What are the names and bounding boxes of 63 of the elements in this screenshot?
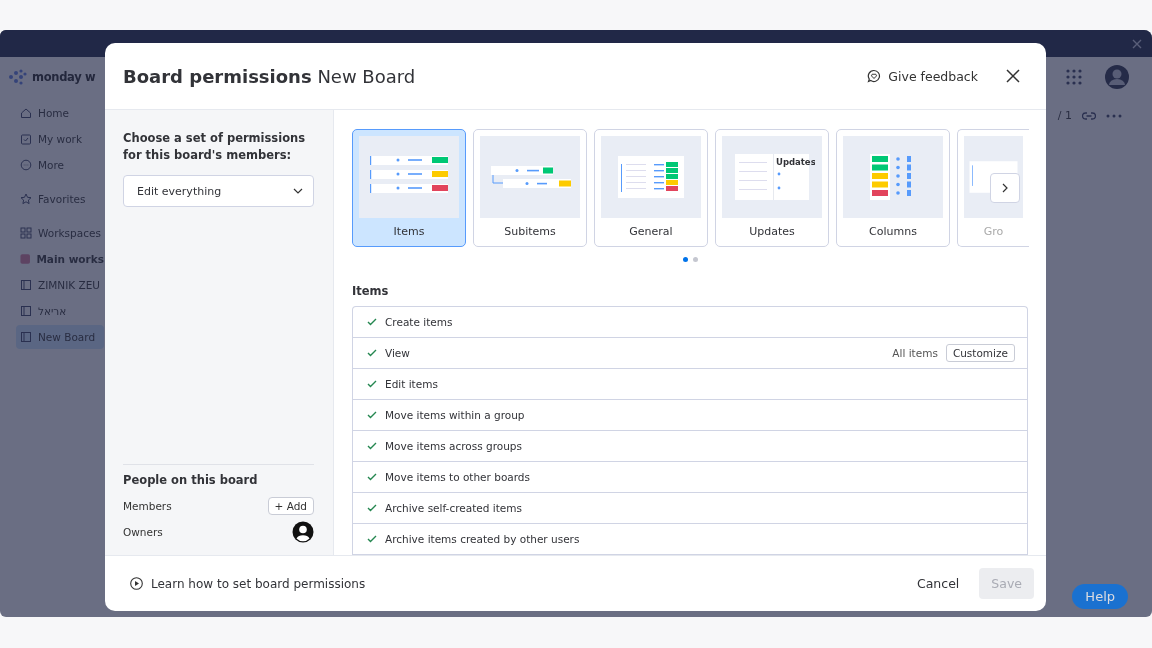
more-icon (20, 159, 32, 171)
help-button[interactable]: Help (1072, 584, 1128, 609)
grid-icon (20, 227, 32, 239)
logo-icon (8, 69, 28, 85)
feedback-icon (867, 69, 882, 83)
feedback-button[interactable]: Give feedback (861, 67, 984, 85)
sidebar-item[interactable]: Home (20, 101, 104, 125)
dialog-title: Board permissions New Board (123, 65, 417, 87)
page-count: / 1 (1057, 109, 1072, 122)
workspace-icon (20, 253, 31, 265)
category-card[interactable]: Subitems (473, 129, 587, 247)
sidebar-item[interactable]: אריאל (20, 299, 104, 323)
category-card[interactable]: Gro (957, 129, 1029, 247)
permission-label: View (385, 347, 411, 359)
calendar-icon (20, 133, 32, 145)
category-card[interactable]: Columns (836, 129, 950, 247)
permission-dropdown[interactable]: Edit everything (123, 175, 314, 208)
category-card[interactable]: Items (352, 129, 466, 247)
learn-link[interactable]: Learn how to set board permissions (130, 576, 366, 591)
sidebar-item[interactable]: Favorites (20, 187, 104, 211)
board-icon (20, 305, 32, 317)
category-card[interactable]: Updates Updates (715, 129, 829, 247)
board-icon (20, 331, 32, 343)
owners-label: Owners (123, 526, 163, 538)
link-icon[interactable] (1082, 110, 1096, 121)
sidebar-item[interactable]: More (20, 153, 104, 177)
close-icon[interactable] (1006, 69, 1020, 83)
permission-label: Create items (385, 316, 454, 328)
cancel-button[interactable]: Cancel (912, 568, 964, 599)
sidebar-item[interactable]: My work (20, 127, 104, 151)
permission-label: Move items across groups (385, 440, 523, 452)
sidebar-item[interactable]: Main works (20, 247, 104, 271)
section-title: Items (352, 284, 390, 298)
sidebar-item[interactable]: New Board (16, 325, 104, 349)
customize-button[interactable]: Customize (945, 344, 1015, 362)
apps-grid-icon[interactable] (1066, 69, 1082, 85)
permission-label: Archive items created by other users (385, 533, 581, 545)
home-icon (20, 107, 32, 119)
sidebar-item[interactable]: Workspaces (20, 221, 104, 245)
permission-label: Move items to other boards (385, 471, 531, 483)
preview-title: Updates (776, 157, 815, 167)
play-icon (130, 577, 143, 590)
page-dot[interactable] (682, 257, 688, 262)
app-logo-text: monday w (32, 70, 96, 84)
avatar-icon (292, 521, 314, 543)
people-heading: People on this board (123, 473, 259, 487)
permission-label: Edit items (385, 378, 439, 390)
board-icon (20, 279, 32, 291)
permission-label: Move items within a group (385, 409, 526, 421)
next-button[interactable] (990, 173, 1020, 203)
sidebar-item[interactable]: ZIMNIK ZEU (20, 273, 104, 297)
page-dot[interactable] (692, 257, 698, 262)
category-card[interactable]: General (594, 129, 708, 247)
permission-label: Archive self-created items (385, 502, 523, 514)
avatar-icon[interactable] (1104, 64, 1130, 90)
more-icon[interactable] (1106, 113, 1122, 118)
permission-set-prompt: Choose a set of permissions for this board's members: (123, 130, 307, 164)
add-button[interactable]: + Add (267, 497, 314, 515)
star-icon (20, 193, 32, 205)
scope-label: All items (892, 347, 938, 359)
members-label: Members (123, 500, 172, 512)
chevron-right-icon (1002, 183, 1008, 193)
chevron-down-icon (293, 188, 303, 195)
